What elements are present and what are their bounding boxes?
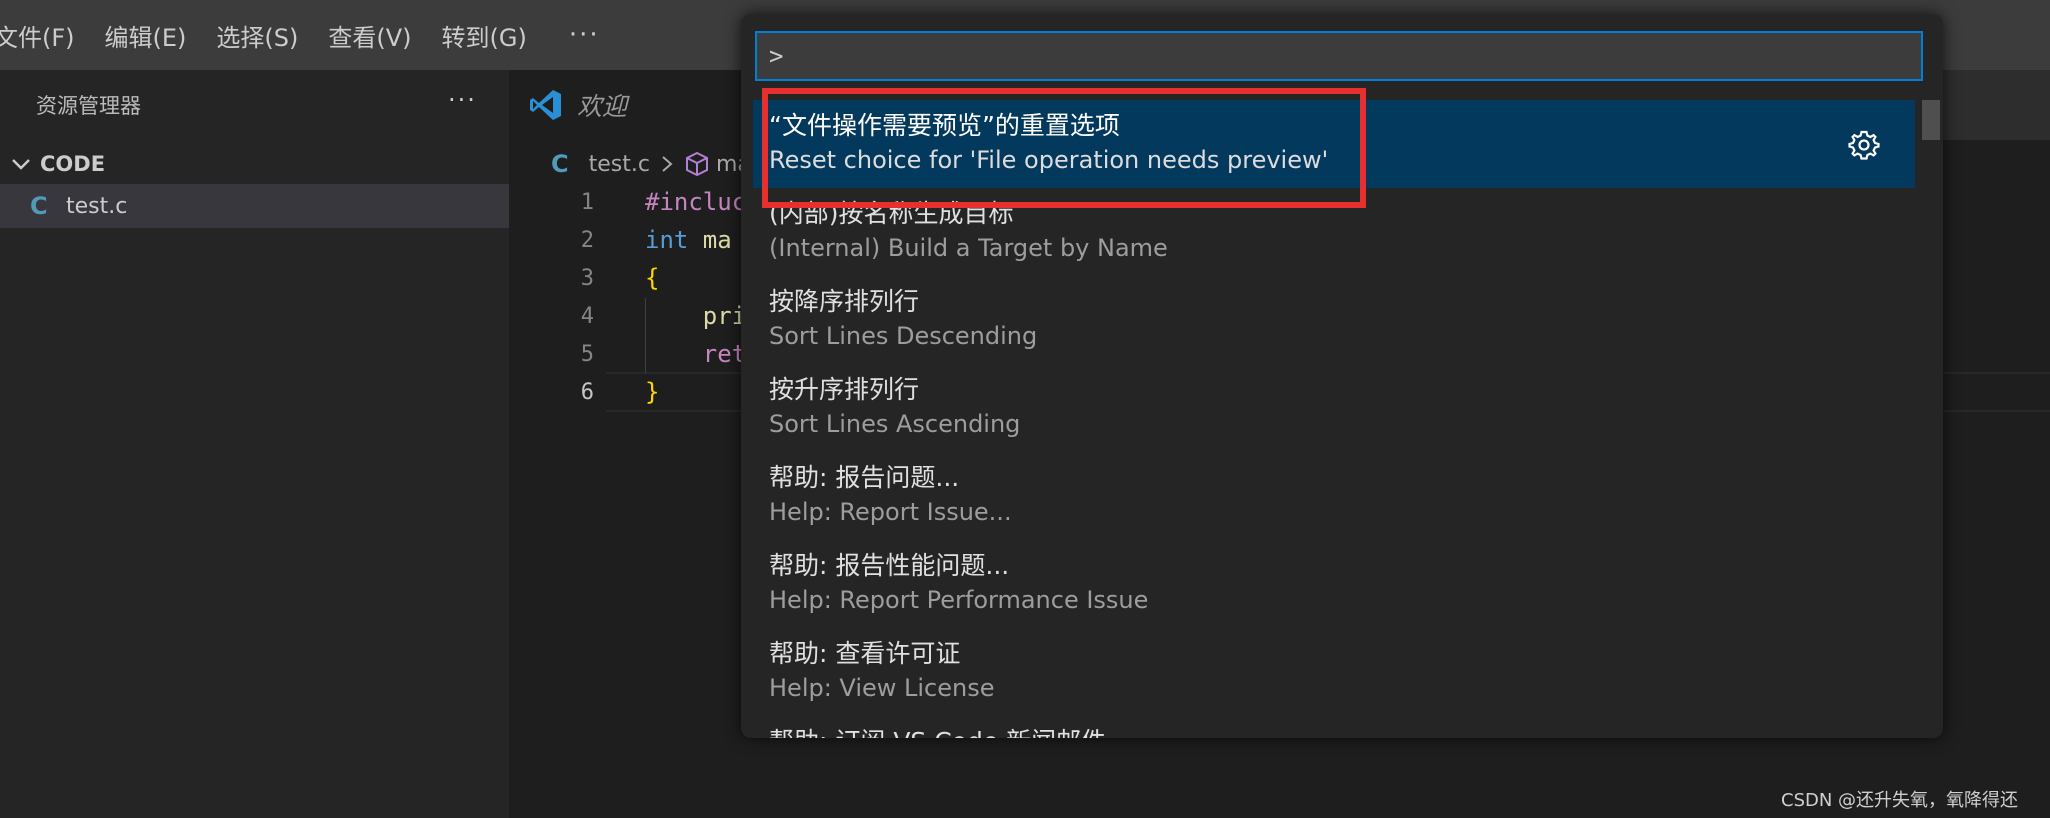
command-item[interactable]: 帮助: 报告性能问题... Help: Report Performance I… <box>753 540 1915 628</box>
menu-view[interactable]: 查看(V) <box>328 18 411 53</box>
code-line[interactable]: ret <box>645 340 746 368</box>
line-number: 4 <box>580 304 594 329</box>
watermark-text: CSDN @还升失氧，氧降得还 <box>1781 790 2019 811</box>
command-subtitle: (Internal) Build a Target by Name <box>769 234 1168 262</box>
file-name: test.c <box>66 193 128 219</box>
line-number: 1 <box>580 190 594 215</box>
line-number: 3 <box>580 266 594 291</box>
tab-label: 欢迎 <box>577 92 628 121</box>
chevron-right-icon <box>662 156 673 172</box>
command-title: 帮助: 报告性能问题... <box>769 551 1010 580</box>
file-row-test-c[interactable]: C test.c <box>0 184 509 228</box>
explorer-title: 资源管理器 <box>36 94 141 118</box>
command-item[interactable]: 帮助: 报告问题... Help: Report Issue... <box>753 452 1915 540</box>
menu-file[interactable]: 文件(F) <box>0 18 75 53</box>
code-line[interactable]: pri <box>645 302 746 330</box>
annotation-highlight-box <box>762 88 1366 208</box>
gear-icon[interactable] <box>1847 128 1881 162</box>
command-subtitle: Help: Report Performance Issue <box>769 586 1149 614</box>
command-title: 帮助: 查看许可证 <box>769 639 961 668</box>
menu-more-icon[interactable]: ··· <box>569 20 600 50</box>
cube-symbol-icon <box>685 151 708 177</box>
command-subtitle: Help: View License <box>769 674 995 702</box>
c-file-icon: C <box>551 150 569 178</box>
menu-go[interactable]: 转到(G) <box>442 18 527 53</box>
folder-row-code[interactable]: CODE <box>0 146 509 182</box>
command-title: 帮助: 报告问题... <box>769 463 960 492</box>
command-title: 按升序排列行 <box>769 375 920 404</box>
code-line[interactable]: int ma <box>645 226 732 254</box>
command-item[interactable]: 按升序排列行 Sort Lines Ascending <box>753 364 1915 452</box>
line-number: 6 <box>580 380 594 405</box>
vscode-logo-icon <box>530 90 561 120</box>
command-palette-input[interactable] <box>755 31 1923 81</box>
code-line[interactable]: { <box>645 264 659 292</box>
command-title: 按降序排列行 <box>769 287 920 316</box>
chevron-down-icon <box>12 159 30 170</box>
breadcrumb: C test.c ma <box>551 146 751 182</box>
tab-welcome[interactable]: 欢迎 <box>509 70 749 140</box>
menu-selection[interactable]: 选择(S) <box>216 18 298 53</box>
command-subtitle: Sort Lines Descending <box>769 322 1038 350</box>
c-file-icon: C <box>30 192 48 220</box>
command-subtitle: Sort Lines Ascending <box>769 410 1021 438</box>
folder-name: CODE <box>40 152 106 176</box>
code-line[interactable]: } <box>645 378 659 406</box>
menu-edit[interactable]: 编辑(E) <box>105 18 187 53</box>
line-number: 5 <box>580 342 594 367</box>
code-keyword: int <box>645 226 689 254</box>
explorer-more-icon[interactable]: ··· <box>448 86 477 114</box>
command-item[interactable]: 按降序排列行 Sort Lines Descending <box>753 276 1915 364</box>
code-text: ma <box>688 226 732 254</box>
command-item[interactable]: 帮助: 订阅 VS Code 新闻邮件 <box>753 716 1915 738</box>
command-subtitle: Help: Report Issue... <box>769 498 1012 526</box>
code-line[interactable]: #incluc <box>645 188 746 216</box>
line-number: 2 <box>580 228 594 253</box>
palette-scrollbar[interactable] <box>1922 100 1940 140</box>
command-title: 帮助: 订阅 VS Code 新闻邮件 <box>769 722 1106 738</box>
explorer-sidebar: 资源管理器 ··· CODE C test.c <box>0 70 509 818</box>
breadcrumb-file[interactable]: test.c <box>589 152 650 177</box>
command-item[interactable]: 帮助: 查看许可证 Help: View License <box>753 628 1915 716</box>
